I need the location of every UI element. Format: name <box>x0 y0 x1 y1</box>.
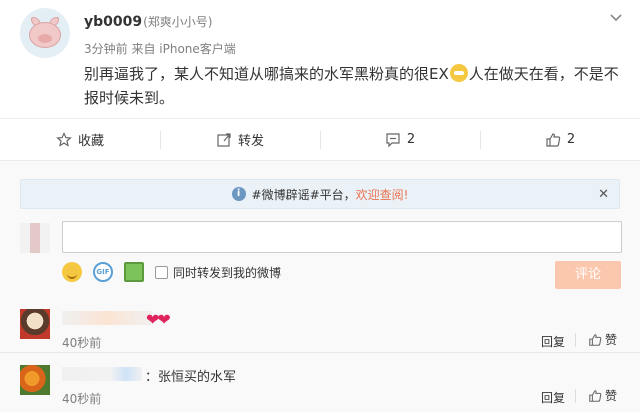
weibo-post: yb0009(郑爽小小号) 3分钟前 来自 iPhone客户端 别再逼我了，某人… <box>0 0 640 118</box>
post-time[interactable]: 3分钟前 <box>84 42 128 56</box>
commenter-avatar[interactable] <box>20 309 50 339</box>
notice-link[interactable]: 欢迎查阅! <box>356 186 409 203</box>
author-remark: (郑爽小小号) <box>143 15 213 29</box>
rumor-notice-bar: i #微博辟谣#平台， 欢迎查阅! ✕ <box>20 179 620 209</box>
repost-button[interactable]: 转发 <box>160 119 320 160</box>
post-text: 别再逼我了，某人不知道从哪搞来的水军黑粉真的很EX 人在做天在看，不是不报时候未到… <box>84 62 624 110</box>
thumbs-up-icon <box>589 333 602 346</box>
comment-icon <box>386 132 400 147</box>
close-icon[interactable]: ✕ <box>598 187 609 202</box>
comment-item: ❤❤ 40秒前 回复 赞 <box>0 301 640 353</box>
post-meta: 3分钟前 来自 iPhone客户端 <box>84 40 236 57</box>
author-name[interactable]: yb0009(郑爽小小号) <box>84 13 213 30</box>
comment-text: ❤❤ <box>146 310 171 329</box>
comment-like-button[interactable]: 赞 <box>588 387 617 404</box>
info-icon: i <box>231 187 246 201</box>
commenter-name-blurred[interactable] <box>62 367 142 381</box>
favorite-label: 收藏 <box>77 134 104 149</box>
commenter-avatar[interactable] <box>20 365 50 395</box>
comment-like-label: 赞 <box>605 333 618 347</box>
comment-time: 40秒前 <box>62 336 102 350</box>
star-icon <box>56 131 72 147</box>
comment-time: 40秒前 <box>62 392 102 406</box>
comment-count: 2 <box>406 132 416 147</box>
image-icon[interactable] <box>124 262 144 282</box>
author-username[interactable]: yb0009 <box>84 14 142 30</box>
comment-input[interactable] <box>62 221 622 253</box>
repost-checkbox[interactable] <box>155 265 168 279</box>
post-text-part1: 别再逼我了，某人不知道从哪搞来的水军黑粉真的很EX <box>84 65 449 83</box>
comment-like-button[interactable]: 赞 <box>588 331 617 348</box>
notice-text: #微博辟谣#平台， <box>251 187 356 202</box>
divider <box>575 389 576 403</box>
like-count: 2 <box>566 132 576 147</box>
comment-tools: GIF 同时转发到我的微博 <box>62 261 281 283</box>
my-avatar <box>20 223 50 253</box>
divider <box>575 333 576 347</box>
comment-button[interactable]: 2 <box>320 119 480 160</box>
like-button[interactable]: 2 <box>480 119 640 160</box>
repost-icon <box>217 132 231 147</box>
submit-comment-button[interactable]: 评论 <box>555 261 621 289</box>
awkward-emoji-icon <box>449 64 468 82</box>
post-action-bar: 收藏 转发 2 2 <box>0 118 640 160</box>
repost-checkbox-label[interactable]: 同时转发到我的微博 <box>173 264 281 281</box>
commenter-name-blurred[interactable] <box>62 311 152 325</box>
comment-like-label: 赞 <box>605 389 618 403</box>
repost-label: 转发 <box>237 134 264 149</box>
comment-text: ：张恒买的水军 <box>145 370 237 385</box>
comment-section: i #微博辟谣#平台， 欢迎查阅! ✕ GIF 同时转发到我的微博 评论 ❤❤ … <box>0 160 640 412</box>
pig-snout-icon <box>38 34 52 43</box>
gif-icon[interactable]: GIF <box>93 262 113 282</box>
post-source: 来自 iPhone客户端 <box>131 42 236 56</box>
reply-button[interactable]: 回复 <box>541 333 565 350</box>
chevron-down-icon[interactable] <box>610 12 622 24</box>
reply-button[interactable]: 回复 <box>541 389 565 406</box>
author-avatar[interactable] <box>20 8 70 58</box>
thumbs-up-icon <box>546 132 561 147</box>
favorite-button[interactable]: 收藏 <box>0 119 160 160</box>
thumbs-up-icon <box>589 389 602 402</box>
emoji-icon[interactable] <box>62 262 82 282</box>
comment-item: ：张恒买的水军 40秒前 回复 赞 <box>0 357 640 409</box>
